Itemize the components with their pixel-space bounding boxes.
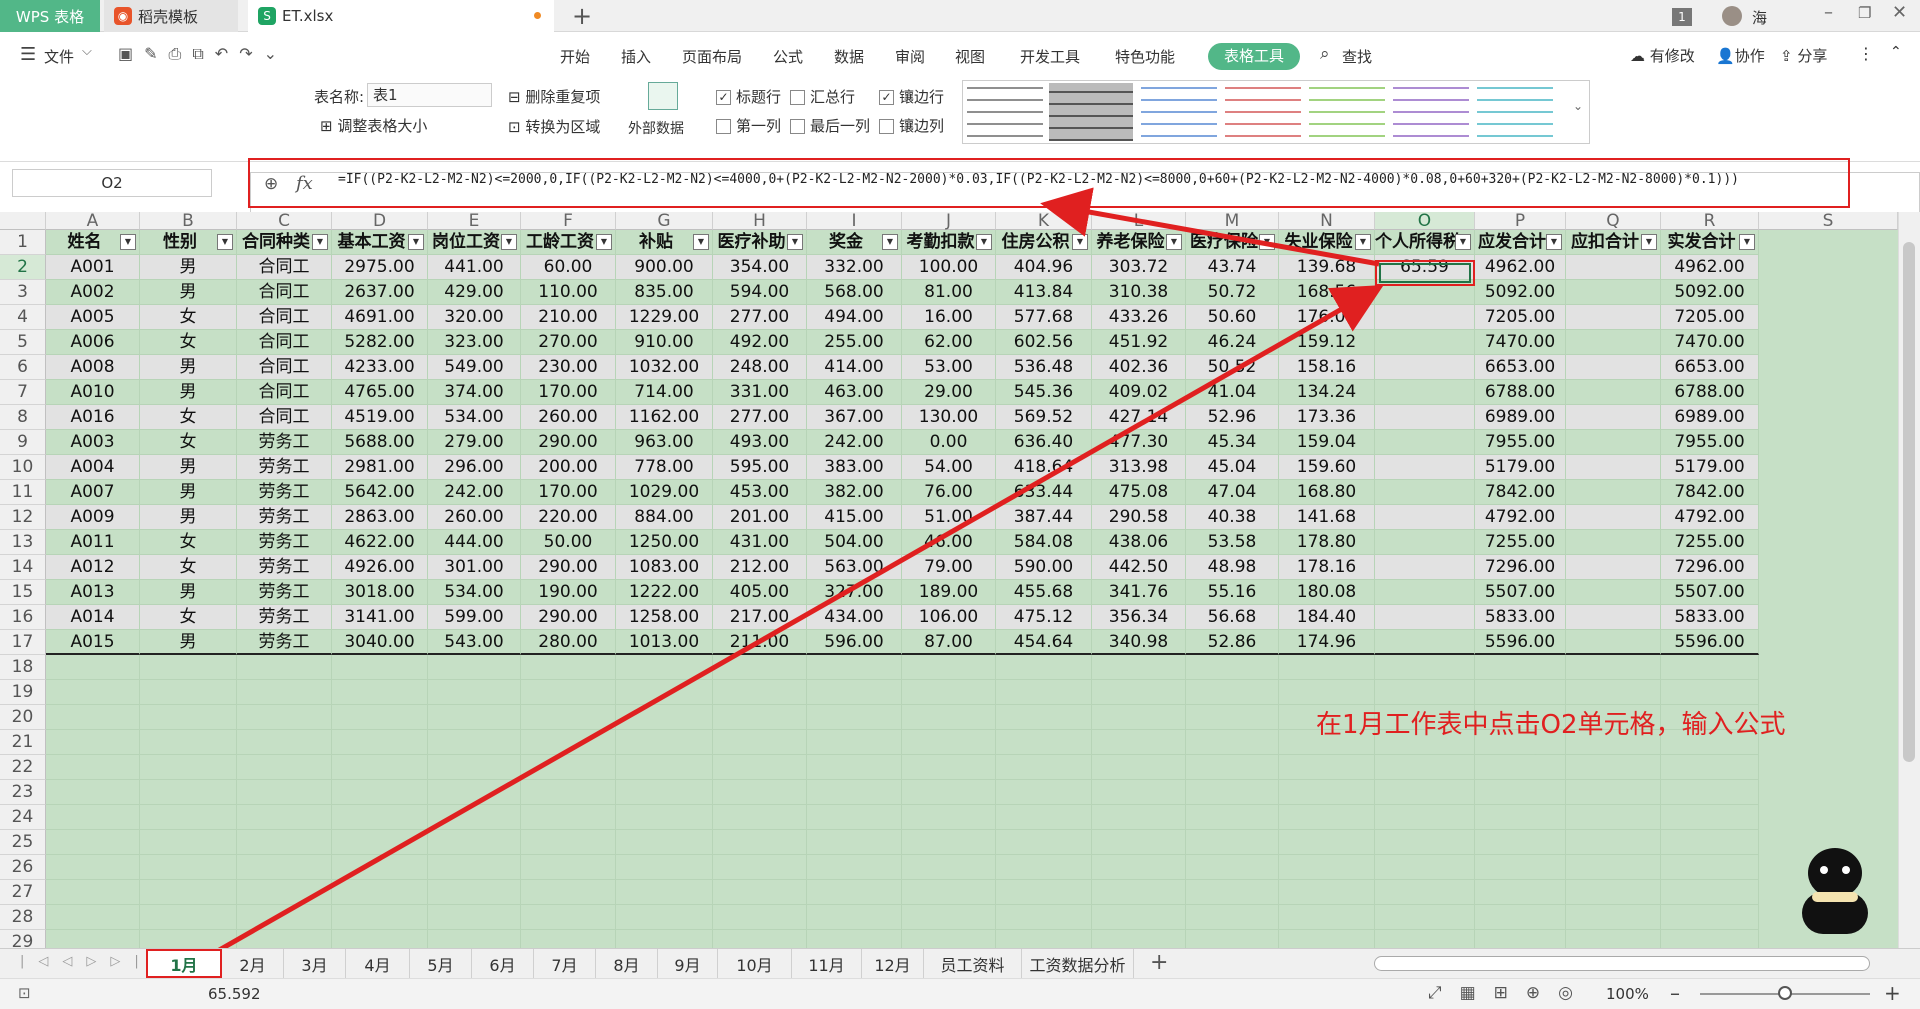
sheet-tab-2[interactable]: 2月 bbox=[222, 949, 284, 978]
zoom-slider-thumb[interactable] bbox=[1778, 986, 1792, 1000]
fullscreen-icon[interactable]: ⤢ bbox=[1428, 983, 1460, 1003]
sheet-tab-11[interactable]: 11月 bbox=[792, 949, 862, 978]
page-layout-icon[interactable]: ⊞ bbox=[1494, 983, 1526, 1003]
sheet-tab-8[interactable]: 8月 bbox=[596, 949, 658, 978]
sheet-nav-icons[interactable]: |◁◁▷▷| bbox=[20, 954, 153, 969]
normal-view-icon[interactable]: ▦ bbox=[1460, 983, 1494, 1003]
sheet-tab-4[interactable]: 4月 bbox=[346, 949, 410, 978]
add-sheet-icon[interactable]: + bbox=[1150, 950, 1168, 975]
view-mode-icons[interactable]: ⤢▦⊞⊕◎ bbox=[1428, 983, 1591, 1003]
sheet-tab-bar: |◁◁▷▷| 1月 2月 3月 4月 5月 6月 7月 8月 9月 10月 11月 12月 员工资料 工资… bbox=[0, 948, 1920, 978]
zoom-level[interactable]: 100% bbox=[1606, 985, 1649, 1003]
sheet-tab-13[interactable]: 员工资料 bbox=[924, 949, 1022, 978]
status-bar: ⊡ 65.592 ⤢▦⊞⊕◎ 100% – + bbox=[0, 978, 1920, 1009]
sheet-tab-9[interactable]: 9月 bbox=[658, 949, 718, 978]
sheet-tab-14[interactable]: 工资数据分析 bbox=[1022, 949, 1134, 978]
page-break-icon[interactable]: ⊕ bbox=[1526, 983, 1558, 1003]
horizontal-scrollbar[interactable] bbox=[1374, 956, 1870, 971]
arrow-tab-to-o2 bbox=[198, 285, 1384, 964]
arrow-o2-to-formula bbox=[1040, 187, 1380, 267]
sheet-tab-5[interactable]: 5月 bbox=[410, 949, 472, 978]
status-value: 65.592 bbox=[208, 985, 261, 1003]
sheet-tab-6[interactable]: 6月 bbox=[472, 949, 534, 978]
zoom-out-icon[interactable]: – bbox=[1670, 981, 1680, 1005]
sheet-tab-7[interactable]: 7月 bbox=[534, 949, 596, 978]
annotation-arrows bbox=[198, 187, 1384, 964]
eye-protect-icon[interactable]: ◎ bbox=[1558, 983, 1591, 1003]
sheet-tab-10[interactable]: 10月 bbox=[718, 949, 792, 978]
sheet-tab-1[interactable]: 1月 bbox=[146, 949, 222, 978]
sheet-tab-3[interactable]: 3月 bbox=[284, 949, 346, 978]
sheet-tab-12[interactable]: 12月 bbox=[862, 949, 924, 978]
macro-icon[interactable]: ⊡ bbox=[18, 984, 31, 1002]
zoom-in-icon[interactable]: + bbox=[1884, 981, 1901, 1005]
